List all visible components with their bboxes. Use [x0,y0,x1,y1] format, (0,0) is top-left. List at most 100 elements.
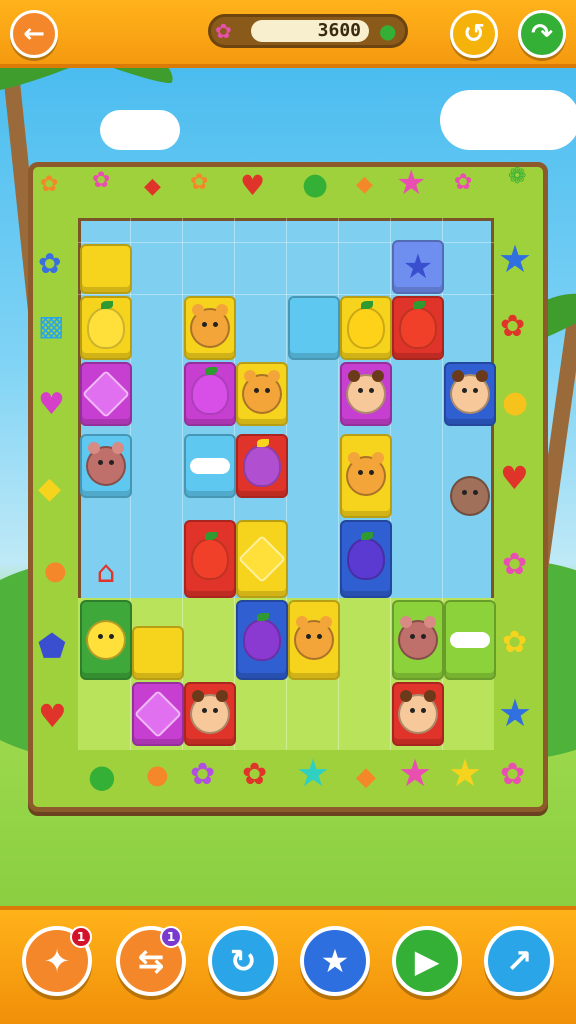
flower-icon: ✿ [242,757,268,792]
tile-plum[interactable] [184,362,236,426]
lemon-icon [237,534,287,584]
flower-icon: ✿ [215,19,232,43]
flower-icon: ✿ [92,168,111,193]
play-button[interactable]: ▶ [392,926,462,996]
flower-icon: ✿ [454,170,473,195]
score-panel: ✿ 3600 ● [208,14,408,48]
lantern-icon: ▩ [38,309,65,342]
tile-bear[interactable] [340,434,392,518]
leaf-icon: ● [379,19,397,43]
tile-mouse[interactable] [80,434,132,498]
flower-icon: ✿ [38,247,62,280]
bird-icon [243,439,281,487]
tile-bear[interactable] [288,600,340,680]
tile-tomato[interactable] [392,296,444,360]
tile-girl[interactable] [340,362,392,426]
tile-cloud[interactable] [444,600,496,680]
gem-icon [133,689,183,739]
chick-icon [86,620,126,660]
tile-gem-purple[interactable] [132,682,184,746]
star-icon: ★ [498,691,533,735]
cloud-icon [450,632,490,648]
tile-plum[interactable] [340,520,392,598]
snail-icon [450,476,490,516]
tile-boy[interactable] [444,362,496,426]
gem-icon: ◆ [356,762,376,792]
powerup-arrow-button[interactable]: ↗ [484,926,554,996]
mouse-icon [398,616,438,660]
flower-icon: ✿ [190,757,216,792]
lemon-icon [87,301,125,349]
leaf-icon: ● [88,757,116,795]
tile-house[interactable]: ⌂ [80,546,132,598]
grid-line [78,294,494,295]
count-badge: 1 [70,926,92,948]
tile-sky[interactable] [288,296,340,360]
tile-lemon[interactable] [340,296,392,360]
star-icon: ★ [296,751,331,795]
tile-girl[interactable] [184,682,236,746]
undo-icon: ↺ [463,19,485,49]
tile-girl[interactable] [392,682,444,746]
score-value: 3600 [251,20,369,42]
share-icon: ↷ [531,19,553,49]
undo-button[interactable]: ↺ [450,10,498,58]
share-button[interactable]: ↷ [518,10,566,58]
girl-icon [190,690,230,734]
flower-icon: ✿ [502,547,528,582]
tile-bear[interactable] [184,296,236,360]
bear-icon [190,304,230,348]
heart-icon: ♥ [38,387,65,422]
gem-icon: ◆ [356,172,373,197]
bear-icon [294,616,334,660]
powerup-star-button[interactable]: ★ [300,926,370,996]
swap-icon: ⇆ [137,942,165,980]
tile-gem-purple[interactable] [80,362,132,426]
flower-icon: ✿ [500,757,526,792]
heart-icon: ♥ [240,169,266,202]
tile-yellow[interactable] [132,626,184,680]
tile-eggplant[interactable] [236,600,288,680]
cloud-icon [190,458,230,474]
flower-icon: ✿ [190,170,209,195]
tile-bird[interactable] [236,434,288,498]
lemon-icon [347,301,385,349]
gem-icon [81,369,131,419]
star-icon: ★ [448,751,483,795]
tile-snail[interactable] [444,464,496,528]
leaf-icon: ● [44,556,67,586]
star-move-icon: ★ [320,942,350,980]
tomato-icon [399,301,437,349]
boy-icon [450,370,490,414]
bear-icon [242,370,282,414]
star-icon: ★ [402,247,434,287]
cloud [440,90,576,150]
tile-yellow[interactable] [80,244,132,294]
tile-star-blue[interactable]: ★ [392,240,444,294]
leaf-icon: ● [302,167,329,202]
tile-lemon[interactable] [80,296,132,360]
girl-icon [398,690,438,734]
star-icon: ★ [398,751,433,795]
arrow-up-right-icon: ↗ [505,942,533,980]
tile-tomato[interactable] [184,520,236,598]
tile-chick[interactable] [80,600,132,680]
back-button[interactable]: ← [10,10,58,58]
tile-bear[interactable] [236,362,288,426]
heart-icon: ♥ [38,697,67,735]
mouse-icon [86,442,126,486]
tile-cloud[interactable] [184,434,236,498]
bear-icon [346,452,386,496]
arrow-left-icon: ← [23,19,45,49]
leaf-icon: ❁ [508,164,527,189]
flower-icon: ✿ [502,625,528,660]
tile-lemon[interactable] [236,520,288,598]
star-icon: ★ [498,237,533,281]
plum-icon [191,367,229,415]
powerup-rotate-button[interactable]: ↻ [208,926,278,996]
gem-icon: ◆ [144,174,161,199]
heart-icon: ♥ [500,459,529,497]
rotate-icon: ↻ [229,942,257,980]
cloud [100,110,180,150]
tile-mouse[interactable] [392,600,444,680]
